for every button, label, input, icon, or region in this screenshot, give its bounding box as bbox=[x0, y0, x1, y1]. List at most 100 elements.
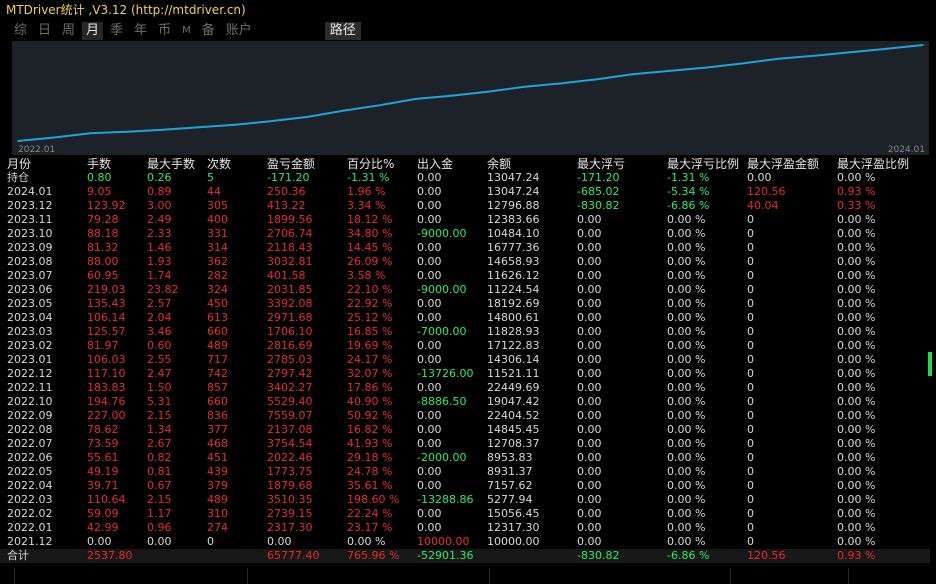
table-cell: 0 bbox=[747, 283, 754, 296]
table-cell: 2022.10 bbox=[7, 395, 53, 408]
table-cell: 12317.30 bbox=[487, 521, 540, 534]
tab-m[interactable]: M bbox=[178, 22, 195, 40]
table-cell: 0.81 bbox=[147, 465, 172, 478]
table-cell: 17.86 % bbox=[347, 381, 393, 394]
table-cell: 0 bbox=[747, 479, 754, 492]
tab-account[interactable]: 账户 bbox=[222, 22, 256, 40]
table-cell: 125.57 bbox=[87, 325, 126, 338]
grid-divider bbox=[247, 568, 248, 584]
table-cell: 40.90 % bbox=[347, 395, 393, 408]
table-cell: 0.00 bbox=[417, 185, 442, 198]
table-cell: 0.00 % bbox=[837, 297, 876, 310]
table-cell: 0.00 bbox=[417, 297, 442, 310]
column-header: 最大浮盈比例 bbox=[837, 157, 910, 171]
table-cell: 0.00 bbox=[267, 535, 292, 548]
table-cell: 0 bbox=[747, 297, 754, 310]
tab-yearly[interactable]: 年 bbox=[130, 22, 151, 40]
tab-overview[interactable]: 综 bbox=[10, 22, 31, 40]
table-cell: 26.09 % bbox=[347, 255, 393, 268]
table-cell: 0.00 bbox=[577, 381, 602, 394]
table-cell: -52901.36 bbox=[417, 549, 474, 562]
table-row: 2022.11 183.83 1.50 857 3402.27 17.86 % 0.00 22… bbox=[0, 381, 930, 395]
table-cell: 489 bbox=[207, 493, 228, 506]
table-cell: 0.00 % bbox=[837, 367, 876, 380]
table-cell: 15056.45 bbox=[487, 507, 540, 520]
column-header: 出入金 bbox=[417, 157, 454, 171]
table-cell: 0.00 bbox=[417, 269, 442, 282]
table-row: 2023.05 135.43 2.57 450 3392.08 22.92 % 0.00 18… bbox=[0, 297, 930, 311]
column-header: 次数 bbox=[207, 157, 232, 171]
table-cell: 0.00 bbox=[577, 507, 602, 520]
tab-quarterly[interactable]: 季 bbox=[106, 22, 127, 40]
data-point bbox=[415, 98, 418, 100]
table-cell: 55.61 bbox=[87, 451, 119, 464]
table-cell: -685.02 bbox=[577, 185, 620, 198]
table-cell: 3754.54 bbox=[267, 437, 313, 450]
data-point bbox=[451, 94, 454, 97]
tab-monthly[interactable]: 月 bbox=[82, 22, 104, 40]
scrollbar-thumb[interactable] bbox=[928, 352, 932, 376]
table-cell: 0.00 bbox=[577, 213, 602, 226]
table-cell: 1.96 % bbox=[347, 185, 386, 198]
table-cell: 14845.45 bbox=[487, 423, 540, 436]
table-row: 2022.10 194.76 5.31 660 5529.40 40.90 % -8886.… bbox=[0, 395, 930, 409]
table-cell: 0.00 bbox=[577, 521, 602, 534]
table-cell: -13726.00 bbox=[417, 367, 474, 380]
table-cell: 660 bbox=[207, 395, 228, 408]
table-cell: 0.00 bbox=[577, 423, 602, 436]
tab-weekly[interactable]: 周 bbox=[58, 22, 79, 40]
table-cell: 0.00 % bbox=[667, 521, 706, 534]
table-cell: 0.00 bbox=[577, 367, 602, 380]
column-header: 手数 bbox=[87, 157, 112, 171]
table-cell: 0.33 % bbox=[837, 199, 876, 212]
table-cell: 17122.83 bbox=[487, 339, 540, 352]
table-cell: 0.00 % bbox=[837, 465, 876, 478]
tab-bar: 综 日 周 月 季 年 币 M 备 账户 路径 bbox=[10, 22, 364, 40]
table-cell: 0 bbox=[747, 213, 754, 226]
table-cell: 0 bbox=[747, 535, 754, 548]
table-cell: 0.00 bbox=[577, 297, 602, 310]
table-cell: -830.82 bbox=[577, 199, 620, 212]
x-start-label: 2022.01 bbox=[18, 145, 55, 155]
table-cell: 29.18 % bbox=[347, 451, 393, 464]
balance-chart: 2022.01 2024.01 bbox=[12, 41, 929, 155]
table-cell: 282 bbox=[207, 269, 228, 282]
table-cell: 2.67 bbox=[147, 437, 172, 450]
table-cell: 0.00 % bbox=[837, 269, 876, 282]
table-cell: 23.82 bbox=[147, 283, 179, 296]
grid-divider bbox=[848, 568, 849, 584]
table-cell: 88.18 bbox=[87, 227, 119, 240]
x-end-label: 2024.01 bbox=[888, 145, 925, 155]
table-cell: 0.00 % bbox=[837, 507, 876, 520]
table-cell: 2971.68 bbox=[267, 311, 313, 324]
table-cell: 0.00 % bbox=[837, 409, 876, 422]
table-cell: 5.31 bbox=[147, 395, 172, 408]
table-cell: 0.00 bbox=[577, 451, 602, 464]
table-cell: 81.32 bbox=[87, 241, 119, 254]
table-cell: 2022.06 bbox=[7, 451, 53, 464]
table-cell: -5.34 % bbox=[667, 185, 710, 198]
table-cell: 0.00 bbox=[577, 353, 602, 366]
table-cell: 0.00 % bbox=[837, 325, 876, 338]
path-button[interactable]: 路径 bbox=[324, 22, 361, 40]
table-cell: 0.00 bbox=[577, 437, 602, 450]
table-row: 2023.02 81.97 0.60 489 2816.69 19.69 % 0.00 171… bbox=[0, 339, 930, 353]
table-cell: 2023.08 bbox=[7, 255, 53, 268]
table-cell: 0.00 bbox=[577, 339, 602, 352]
table-cell: 1706.10 bbox=[267, 325, 313, 338]
table-row: 2023.11 79.28 2.49 400 1899.56 18.12 % 0.00 123… bbox=[0, 213, 930, 227]
table-cell: 0.00 % bbox=[667, 325, 706, 338]
tab-currency[interactable]: 币 bbox=[154, 22, 175, 40]
table-cell: 5 bbox=[207, 171, 214, 184]
table-cell: 7559.07 bbox=[267, 409, 313, 422]
table-cell: 0.00 bbox=[417, 409, 442, 422]
table-cell: -13288.86 bbox=[417, 493, 474, 506]
table-total-row: 合计 2537.80 65777.40 765.96 % -52901.36 -830.8… bbox=[0, 549, 930, 563]
table-cell: 22.10 % bbox=[347, 283, 393, 296]
table-cell: 0 bbox=[747, 381, 754, 394]
tab-notes[interactable]: 备 bbox=[198, 22, 219, 40]
table-cell: 0.00 bbox=[577, 227, 602, 240]
data-point bbox=[560, 82, 562, 85]
tab-daily[interactable]: 日 bbox=[34, 22, 55, 40]
table-cell: 35.61 % bbox=[347, 479, 393, 492]
